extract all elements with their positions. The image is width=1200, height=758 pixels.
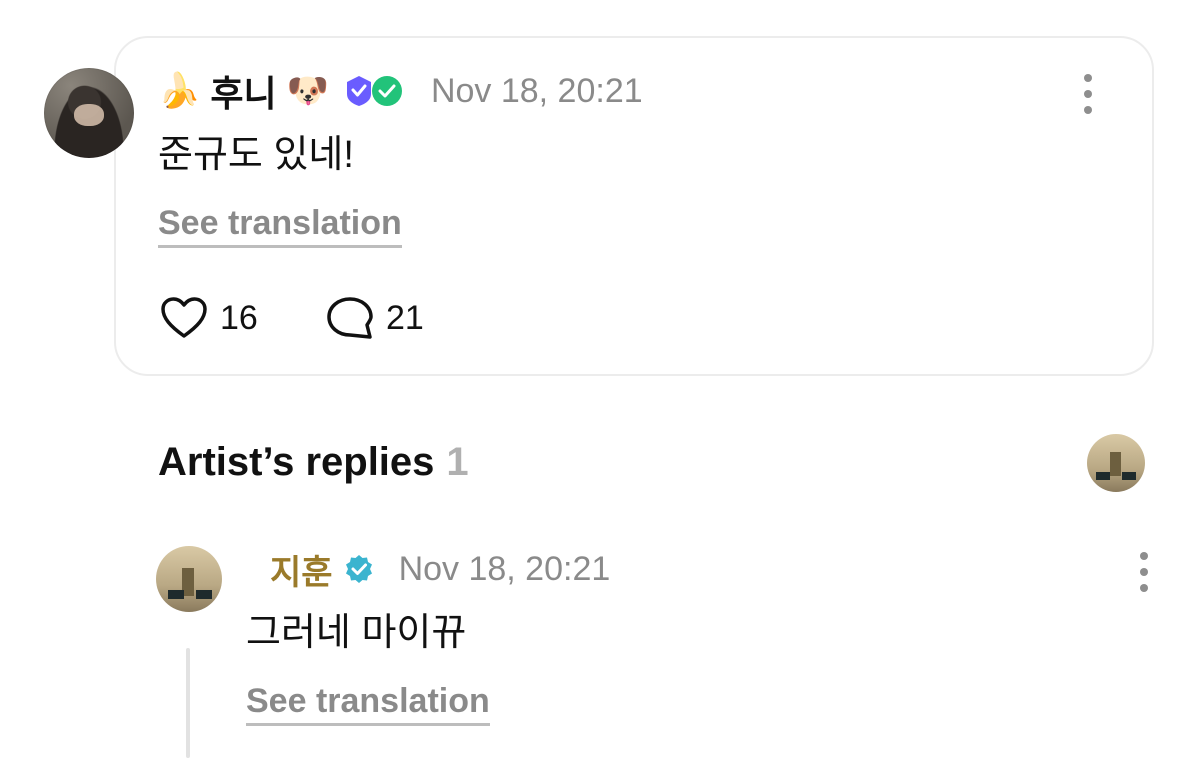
dog-emoji-icon: 🐶 [286,71,329,111]
reply-see-translation-link[interactable]: See translation [246,682,490,726]
heart-icon [161,297,207,338]
artist-replies-title: Artist’s replies [158,440,435,484]
reply-timestamp: Nov 18, 20:21 [398,549,611,588]
comment-header: 🍌 후니 🐶 Nov 18, 20:21 [158,65,643,117]
banana-emoji-icon: 🍌 [158,71,201,111]
like-count: 16 [220,298,258,337]
artist-avatar-small[interactable] [1087,434,1145,492]
comment-timestamp: Nov 18, 20:21 [430,71,643,110]
reply-header: 지훈 Nov 18, 20:21 [270,546,610,592]
reply-more-menu-icon[interactable] [1138,552,1150,592]
reply-count-button[interactable]: 21 [326,296,424,340]
reply-author-name[interactable]: 지훈 [270,545,333,594]
comment-text: 준규도 있네! [158,134,354,176]
speech-bubble-icon [327,297,373,339]
like-button[interactable]: 16 [160,296,258,340]
artist-replies-count: 1 [446,440,469,484]
comment-author-name[interactable]: 후니 [210,65,276,117]
reply-author-avatar[interactable] [156,546,222,612]
membership-badge-icon [346,76,402,106]
artist-replies-header: Artist’s replies 1 [158,440,469,485]
reply-count: 21 [386,298,424,337]
reply-text: 그러네 마이뀨 [246,612,467,654]
verified-badge-icon [345,555,372,583]
thread-line [186,648,190,758]
membership-badges [343,74,405,108]
comment-more-menu-icon[interactable] [1082,74,1094,114]
see-translation-link[interactable]: See translation [158,204,402,248]
commenter-avatar[interactable] [44,68,134,158]
